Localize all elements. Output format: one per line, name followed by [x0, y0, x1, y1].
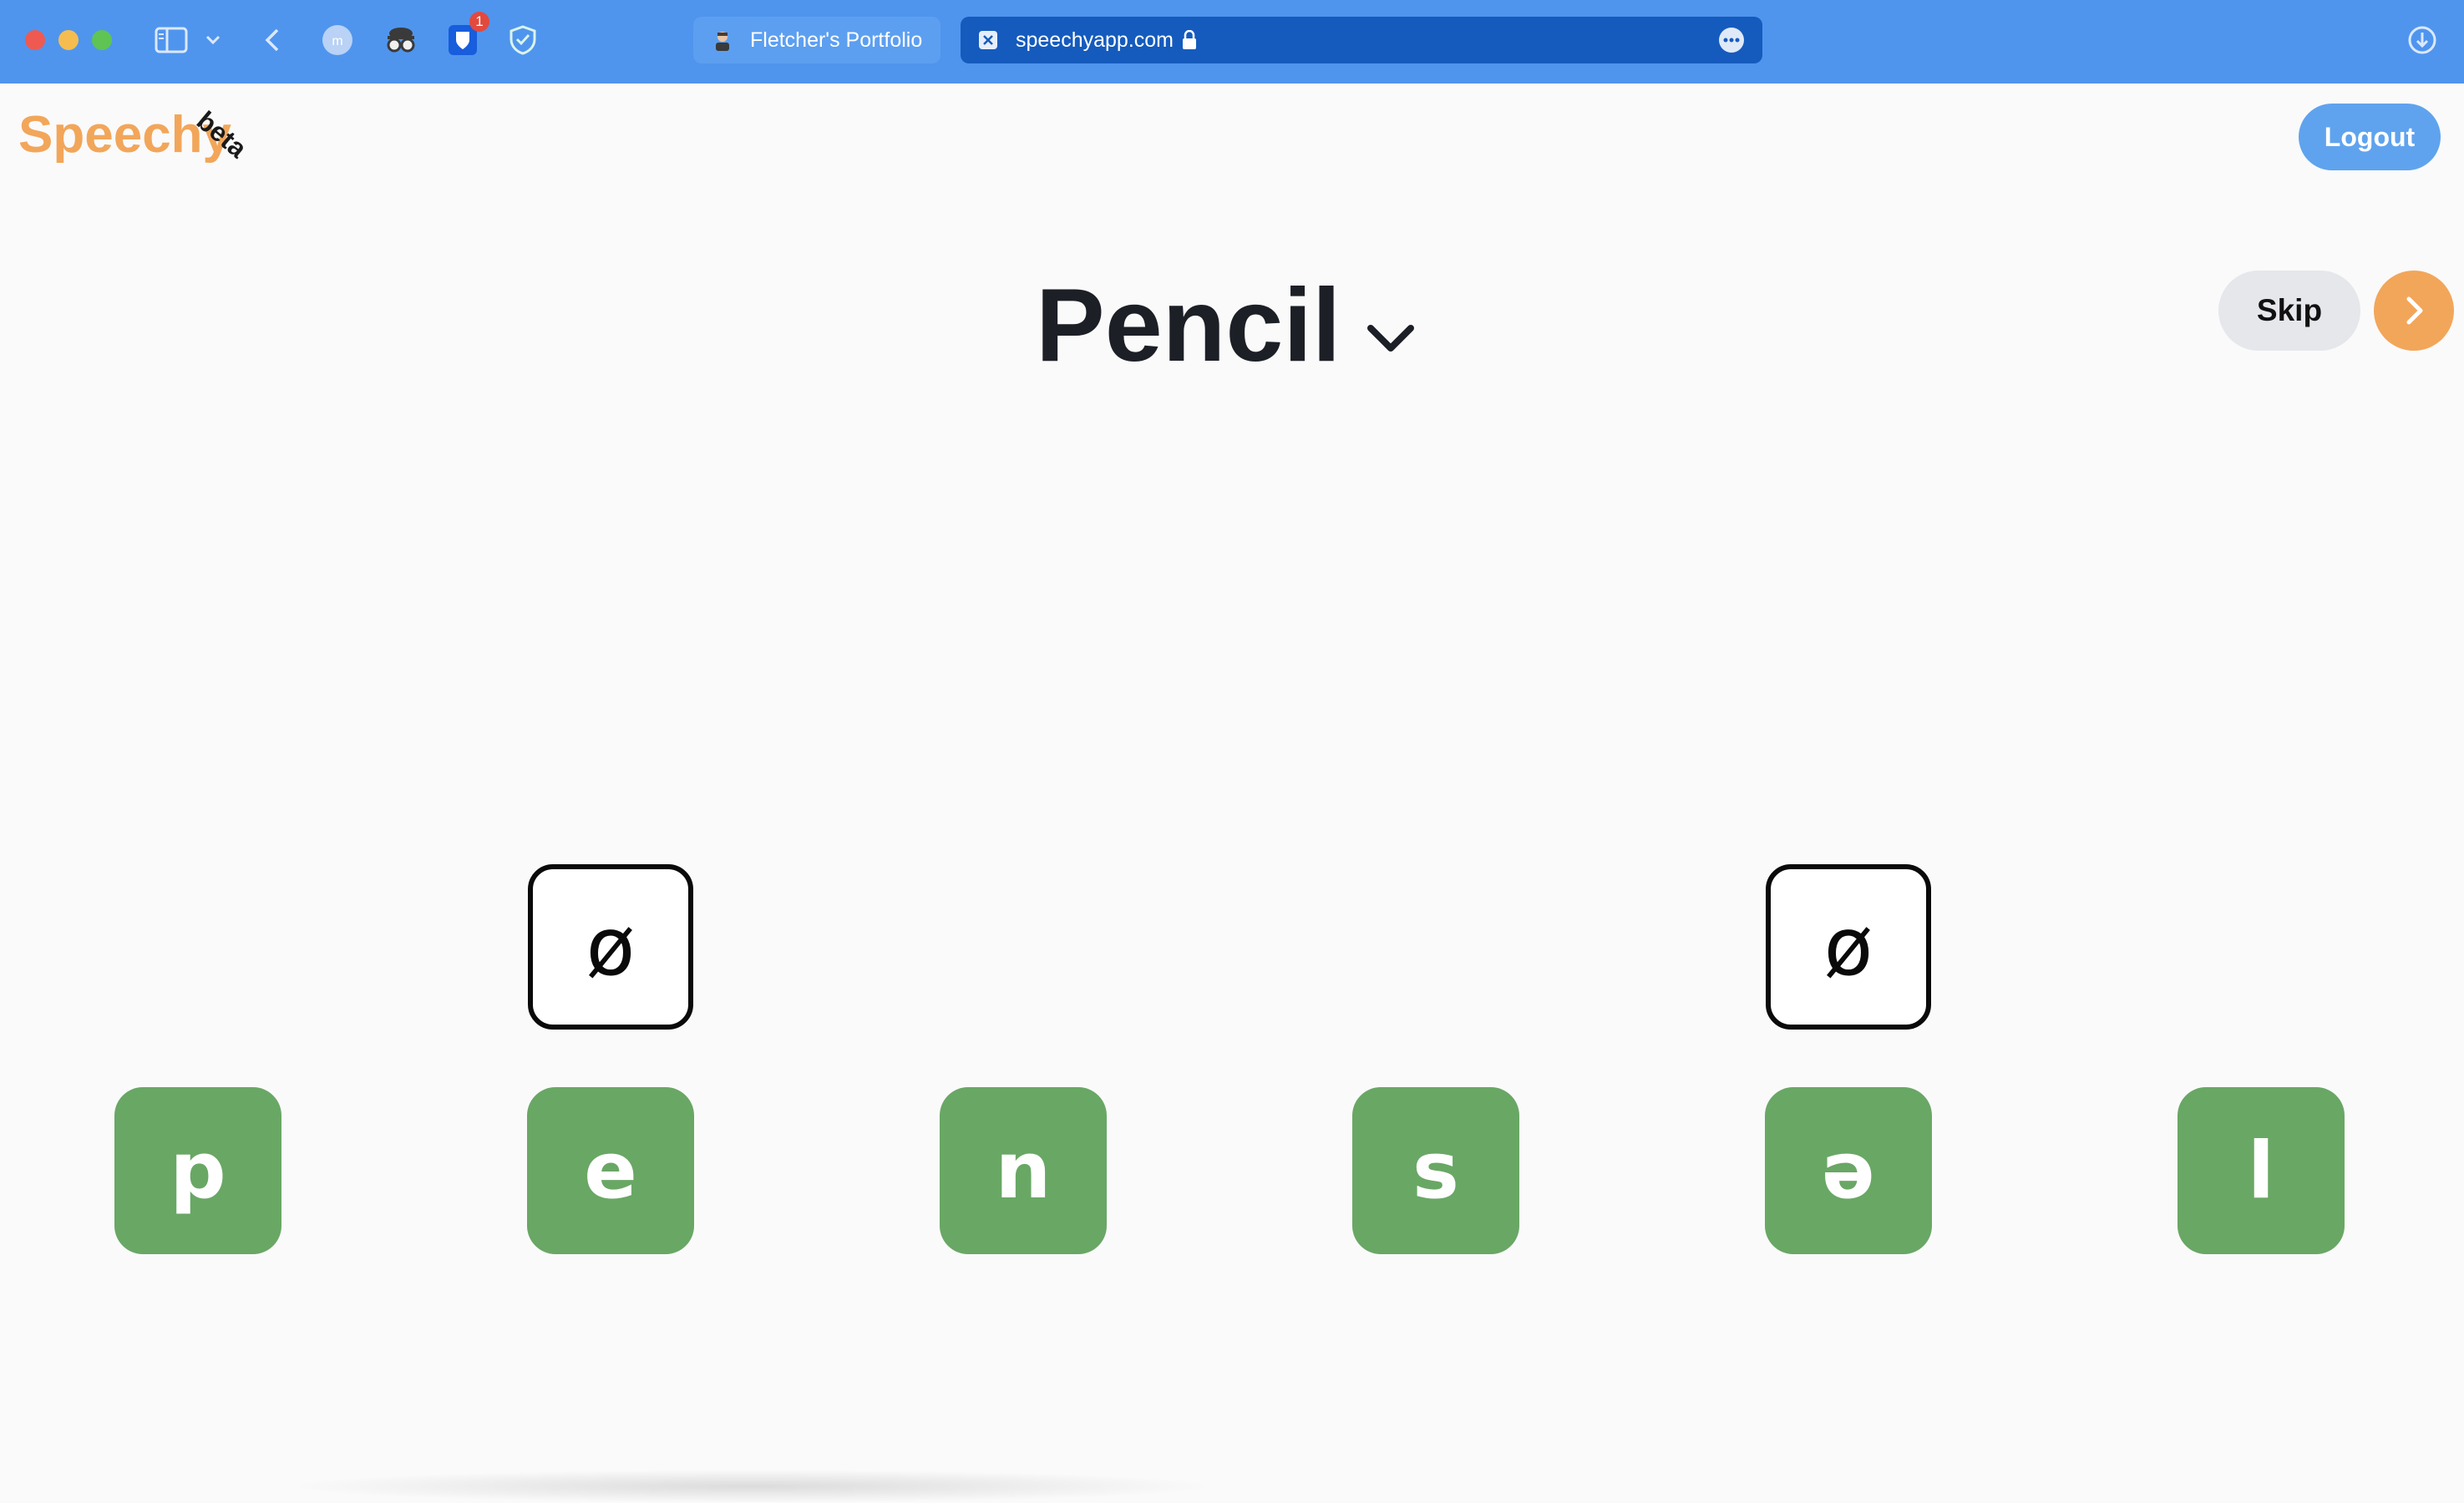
phoneme-tile[interactable]: l: [2178, 1087, 2345, 1254]
phoneme-tile[interactable]: s: [1352, 1087, 1519, 1254]
phoneme-tile[interactable]: e: [527, 1087, 694, 1254]
close-tab-icon[interactable]: [977, 29, 999, 51]
sidebar-toggle-icon[interactable]: [155, 23, 188, 57]
portfolio-favicon-icon: [712, 29, 733, 51]
chevron-right-icon: [2406, 296, 2423, 325]
notification-badge: 1: [469, 12, 489, 32]
logout-button[interactable]: Logout: [2299, 104, 2441, 170]
svg-text:m: m: [332, 34, 342, 48]
drop-slot[interactable]: ø: [1766, 864, 1931, 1030]
minimize-window-button[interactable]: [58, 30, 79, 50]
lock-icon: [1182, 30, 1197, 50]
incognito-glasses-icon[interactable]: [384, 23, 418, 57]
skip-button[interactable]: Skip: [2218, 271, 2360, 351]
tab-label: Fletcher's Portfolio: [750, 28, 923, 52]
back-arrow-icon[interactable]: [256, 23, 289, 57]
more-options-icon[interactable]: [1719, 28, 1744, 53]
phoneme-tile[interactable]: p: [114, 1087, 281, 1254]
address-bar-url[interactable]: speechyapp.com: [1016, 28, 1174, 53]
word-selector[interactable]: Pencil: [1036, 267, 1417, 384]
browser-toolbar: m 1 Fletcher's Portfolio speechyapp.com: [0, 0, 2464, 84]
zoom-window-button[interactable]: [92, 30, 112, 50]
drop-slot[interactable]: ø: [528, 864, 693, 1030]
tab-fletchers-portfolio[interactable]: Fletcher's Portfolio: [693, 17, 940, 63]
next-button[interactable]: [2374, 271, 2454, 351]
target-word: Pencil: [1036, 268, 1341, 383]
shield-check-icon[interactable]: [506, 23, 540, 57]
phoneme-tile[interactable]: ə: [1765, 1087, 1932, 1254]
profile-extension-icon[interactable]: m: [321, 23, 354, 57]
chevron-down-icon[interactable]: [200, 23, 226, 57]
chevron-down-icon[interactable]: [1364, 311, 1417, 365]
downloads-icon[interactable]: [2406, 23, 2439, 57]
bottom-shadow: [284, 1470, 1219, 1503]
close-window-button[interactable]: [25, 30, 45, 50]
tab-speechyapp[interactable]: speechyapp.com: [961, 17, 1762, 63]
phoneme-tile[interactable]: n: [940, 1087, 1107, 1254]
